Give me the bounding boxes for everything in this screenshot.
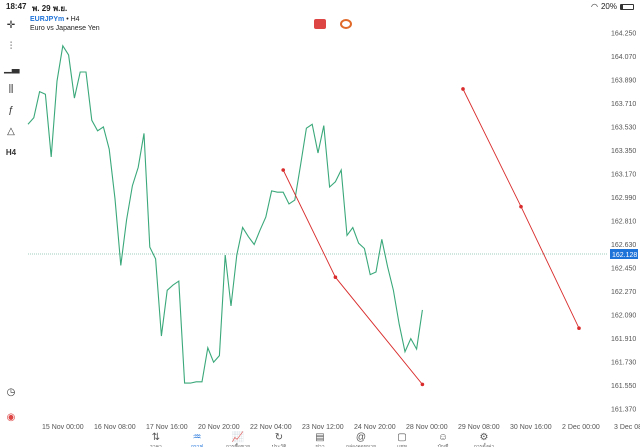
nav-item[interactable]: ☺ บัญชี — [423, 433, 463, 447]
trendline-anchor — [333, 275, 338, 280]
objects-icon[interactable]: ⫼ — [4, 83, 18, 97]
symbol-info[interactable]: EURJPYm • H4 Euro vs Japanese Yen — [30, 15, 100, 33]
y-tick-label: 164.070 — [611, 54, 636, 61]
trendline-anchor — [420, 382, 425, 387]
nav-icon: ↻ — [274, 432, 284, 443]
nav-item[interactable]: ⚙ การตั้งค่า — [464, 433, 504, 447]
y-tick-label: 161.910 — [611, 336, 636, 343]
trendline-anchor — [461, 87, 465, 91]
analytics-icon[interactable]: ◷ — [4, 386, 18, 400]
nav-item[interactable]: @ กล่องจดหมาย — [341, 433, 381, 447]
nav-icon: 📈 — [231, 432, 245, 443]
current-price-value: 162.128 — [612, 252, 637, 259]
y-tick-label: 162.270 — [611, 289, 636, 296]
status-right: ◠ 20% — [591, 2, 634, 11]
y-tick-label: 163.890 — [611, 77, 636, 84]
y-tick-label: 162.630 — [611, 242, 636, 249]
price-chart[interactable]: 164.250 164.070 163.890 163.710 163.530 163.3… — [0, 13, 640, 433]
nav-item[interactable]: ▢ แชท — [382, 433, 422, 447]
x-tick-label: 30 Nov 16:00 — [510, 424, 552, 431]
x-tick-label: 2 Dec 00:00 — [562, 424, 600, 431]
nav-item[interactable]: ▤ ข่าว — [300, 433, 340, 447]
nav-item[interactable]: ↻ ประวัติ — [259, 433, 299, 447]
y-tick-label: 162.990 — [611, 195, 636, 202]
broker-icon[interactable]: ◉ — [4, 411, 18, 425]
x-tick-label: 3 Dec 08:00 — [614, 424, 640, 431]
status-time: 18:47 — [6, 2, 27, 11]
chart-header-icons — [314, 19, 352, 29]
y-tick-label: 163.530 — [611, 124, 636, 131]
y-tick-label: 164.250 — [611, 30, 636, 37]
left-toolbar: ✛ ⫶ ▁▃ ⫼ ƒ △ H4 ◷ ◉ — [0, 13, 22, 433]
signal-icon[interactable] — [340, 19, 352, 29]
nav-icon: ☺ — [437, 432, 449, 443]
trendline — [282, 169, 423, 385]
trade-icon[interactable] — [314, 19, 326, 29]
y-tick-label: 162.090 — [611, 313, 636, 320]
price-axis: 164.250 164.070 163.890 163.710 163.530 163.3… — [611, 30, 636, 413]
x-tick-label: 22 Nov 04:00 — [250, 424, 292, 431]
nav-icon: ▤ — [315, 432, 325, 443]
function-icon[interactable]: ƒ — [4, 104, 18, 118]
trendline-drawings — [281, 87, 581, 387]
status-bar: 18:47 พ. 29 พ.ย. ◠ 20% — [0, 0, 640, 13]
trendline-anchor — [519, 204, 523, 209]
battery-percent: 20% — [600, 2, 617, 11]
y-tick-label: 163.710 — [611, 101, 636, 108]
nav-icon: ▢ — [397, 432, 407, 443]
x-tick-label: 15 Nov 00:00 — [42, 424, 84, 431]
symbol-timeframe: • H4 — [66, 16, 80, 23]
symbol-name: EURJPYm — [30, 16, 65, 23]
y-tick-label: 161.370 — [611, 407, 636, 414]
shapes-icon[interactable]: △ — [4, 125, 18, 139]
nav-icon: ♒ — [192, 432, 202, 443]
indicators-icon[interactable]: ▁▃ — [4, 62, 19, 76]
nav-icon: ⚙ — [479, 432, 489, 443]
x-tick-label: 17 Nov 16:00 — [146, 424, 188, 431]
trendline — [462, 88, 580, 329]
y-tick-label: 161.550 — [611, 383, 636, 390]
bottom-navigation: ⇅ ราคา ♒ กราฟ 📈 การซื้อขาย ↻ ประวัติ ▤ ข่าว @ กล่อง… — [0, 433, 640, 447]
y-tick-label: 163.170 — [611, 171, 636, 178]
y-tick-label: 163.350 — [611, 148, 636, 155]
nav-item[interactable]: ⇅ ราคา — [136, 433, 176, 447]
x-tick-label: 29 Nov 08:00 — [458, 424, 500, 431]
nav-icon: ⇅ — [151, 432, 161, 443]
crosshair-icon[interactable]: ✛ — [4, 19, 18, 33]
time-axis: 15 Nov 00:00 16 Nov 08:00 17 Nov 16:00 20 N… — [42, 424, 640, 431]
x-tick-label: 20 Nov 20:00 — [198, 424, 240, 431]
y-tick-label: 161.730 — [611, 360, 636, 367]
y-tick-label: 162.450 — [611, 266, 636, 273]
battery-icon — [620, 3, 634, 10]
candles-icon[interactable]: ⫶ — [4, 40, 18, 54]
x-tick-label: 24 Nov 20:00 — [354, 424, 396, 431]
trendline-anchor — [577, 326, 581, 330]
nav-icon: @ — [355, 432, 367, 443]
wifi-icon: ◠ — [591, 2, 598, 11]
x-tick-label: 28 Nov 00:00 — [406, 424, 448, 431]
x-tick-label: 23 Nov 12:00 — [302, 424, 344, 431]
timeframe-button[interactable]: H4 — [4, 146, 18, 160]
price-line-series — [27, 44, 423, 384]
symbol-description: Euro vs Japanese Yen — [30, 25, 100, 32]
nav-item[interactable]: ♒ กราฟ — [177, 433, 217, 447]
nav-item[interactable]: 📈 การซื้อขาย — [218, 433, 258, 447]
x-tick-label: 16 Nov 08:00 — [94, 424, 136, 431]
y-tick-label: 162.810 — [611, 219, 636, 226]
trendline-anchor — [281, 168, 286, 172]
